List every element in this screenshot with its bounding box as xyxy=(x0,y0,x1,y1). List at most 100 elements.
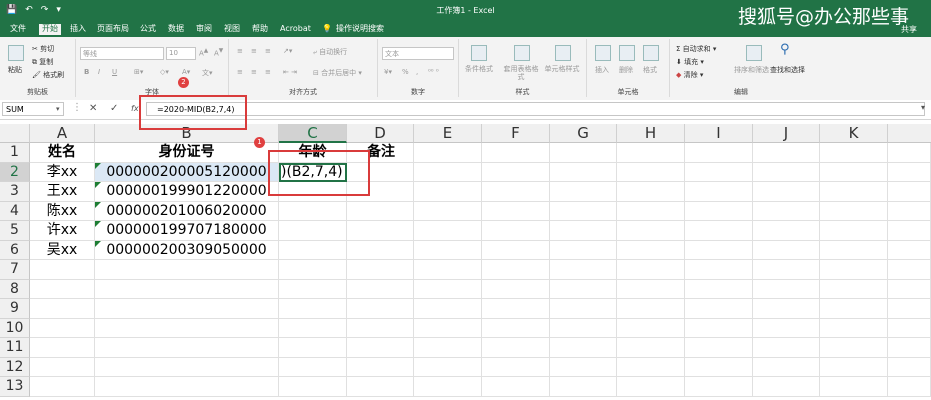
row-header-8[interactable]: 8 xyxy=(0,279,30,299)
copy-button[interactable]: ⧉ 复制 xyxy=(32,57,53,67)
tab-review[interactable]: 审阅 xyxy=(196,23,212,35)
grid-cell[interactable] xyxy=(550,338,617,358)
grid-cell[interactable] xyxy=(550,162,617,182)
grid-cell[interactable] xyxy=(347,299,414,319)
sort-filter-button[interactable]: 排序和筛选 xyxy=(734,65,769,75)
grid-cell[interactable] xyxy=(347,338,414,358)
currency-icon[interactable]: ¥▾ xyxy=(384,68,392,76)
grid-cell[interactable] xyxy=(414,201,482,221)
grid-cell[interactable] xyxy=(550,357,617,377)
column-header-h[interactable]: H xyxy=(617,124,685,143)
grid-cell[interactable] xyxy=(617,143,685,163)
grid-cell[interactable] xyxy=(753,221,820,241)
grid-cell[interactable] xyxy=(550,260,617,280)
grid-cell[interactable] xyxy=(550,143,617,163)
grid-cell[interactable] xyxy=(685,279,753,299)
format-painter-button[interactable]: 🖌 格式刷 xyxy=(32,70,64,80)
grid-cell[interactable] xyxy=(685,162,753,182)
tab-data[interactable]: 数据 xyxy=(168,23,184,35)
grid-cell[interactable] xyxy=(685,318,753,338)
column-header-e[interactable]: E xyxy=(414,124,482,143)
grid-cell[interactable] xyxy=(414,299,482,319)
grid-cell[interactable] xyxy=(279,279,347,299)
grid-cell[interactable] xyxy=(347,279,414,299)
row-header-7[interactable]: 7 xyxy=(0,260,30,280)
tab-view[interactable]: 视图 xyxy=(224,23,240,35)
grid-cell[interactable] xyxy=(279,201,347,221)
name-box-dropdown-icon[interactable]: ▾ xyxy=(56,105,60,113)
grid-cell[interactable] xyxy=(347,357,414,377)
grid-cell[interactable] xyxy=(888,240,931,260)
grid-cell[interactable] xyxy=(95,357,279,377)
phonetic-icon[interactable]: 文▾ xyxy=(202,68,213,78)
row-header-3[interactable]: 3 xyxy=(0,182,30,202)
grid-cell[interactable] xyxy=(482,201,550,221)
cut-button[interactable]: ✂ 剪切 xyxy=(32,44,54,54)
grid-cell[interactable] xyxy=(482,221,550,241)
grid-cell[interactable] xyxy=(753,162,820,182)
grid-cell[interactable] xyxy=(888,260,931,280)
grid-cell[interactable] xyxy=(753,338,820,358)
grid-cell[interactable] xyxy=(414,221,482,241)
grid-cell[interactable] xyxy=(617,318,685,338)
tab-file[interactable]: 文件 xyxy=(10,23,26,35)
grid-cell[interactable] xyxy=(95,279,279,299)
merge-center-button[interactable]: ⊟ 合并后居中 ▾ xyxy=(313,68,362,78)
name-box[interactable]: SUM xyxy=(2,102,64,116)
grid-cell[interactable] xyxy=(347,260,414,280)
bottom-align-icon[interactable]: ≡ xyxy=(265,47,271,55)
grid-cell[interactable] xyxy=(617,182,685,202)
grid-cell[interactable] xyxy=(888,162,931,182)
grid-cell[interactable] xyxy=(685,143,753,163)
grid-cell[interactable] xyxy=(95,377,279,397)
grid-cell[interactable] xyxy=(482,143,550,163)
grid-cell[interactable] xyxy=(617,201,685,221)
comma-button[interactable]: , xyxy=(416,68,418,76)
top-align-icon[interactable]: ≡ xyxy=(237,47,243,55)
italic-button[interactable]: I xyxy=(98,68,100,76)
grid-cell[interactable] xyxy=(820,182,888,202)
grid-cell[interactable] xyxy=(820,260,888,280)
cell-a2[interactable]: 李xx xyxy=(30,162,95,182)
paste-icon[interactable] xyxy=(8,45,24,61)
grid-cell[interactable] xyxy=(550,221,617,241)
cell-a6[interactable]: 吴xx xyxy=(30,240,95,260)
border-icon[interactable]: ⊞▾ xyxy=(134,68,143,76)
grid-cell[interactable] xyxy=(820,143,888,163)
decimal-icon[interactable]: ⁰⁰ ⁰ xyxy=(428,68,439,76)
grid-cell[interactable] xyxy=(95,338,279,358)
grid-cell[interactable] xyxy=(753,240,820,260)
grid-cell[interactable] xyxy=(30,377,95,397)
column-header-c[interactable]: C xyxy=(279,124,347,143)
grid-cell[interactable] xyxy=(414,357,482,377)
grid-cell[interactable] xyxy=(30,299,95,319)
grid-cell[interactable] xyxy=(617,221,685,241)
grid-cell[interactable] xyxy=(617,357,685,377)
grid-cell[interactable] xyxy=(753,182,820,202)
grid-cell[interactable] xyxy=(820,318,888,338)
grid-cell[interactable] xyxy=(414,240,482,260)
cancel-icon[interactable]: ✕ xyxy=(89,103,97,114)
cell-b5[interactable]: 000000199707180000 xyxy=(95,221,279,241)
column-header-d[interactable]: D xyxy=(347,124,414,143)
grid-cell[interactable] xyxy=(820,357,888,377)
grid-cell[interactable] xyxy=(888,143,931,163)
delete-cells-button[interactable]: 删除 xyxy=(619,65,633,75)
grid-cell[interactable] xyxy=(414,338,482,358)
grid-cell[interactable] xyxy=(550,279,617,299)
grid-cell[interactable] xyxy=(888,338,931,358)
tab-page-layout[interactable]: 页面布局 xyxy=(97,23,129,35)
grid-cell[interactable] xyxy=(279,357,347,377)
grid-cell[interactable] xyxy=(95,260,279,280)
cell-b4[interactable]: 000000201006020000 xyxy=(95,201,279,221)
grid-cell[interactable] xyxy=(95,318,279,338)
grid-cell[interactable] xyxy=(30,357,95,377)
grid-cell[interactable] xyxy=(820,338,888,358)
shrink-font-icon[interactable]: A▼ xyxy=(214,48,223,57)
grid-cell[interactable] xyxy=(617,240,685,260)
grid-cell[interactable] xyxy=(820,377,888,397)
font-color-icon[interactable]: A▾ xyxy=(182,68,190,76)
tab-home[interactable]: 开始 xyxy=(37,22,63,37)
grid-cell[interactable] xyxy=(753,279,820,299)
grid-cell[interactable] xyxy=(279,318,347,338)
